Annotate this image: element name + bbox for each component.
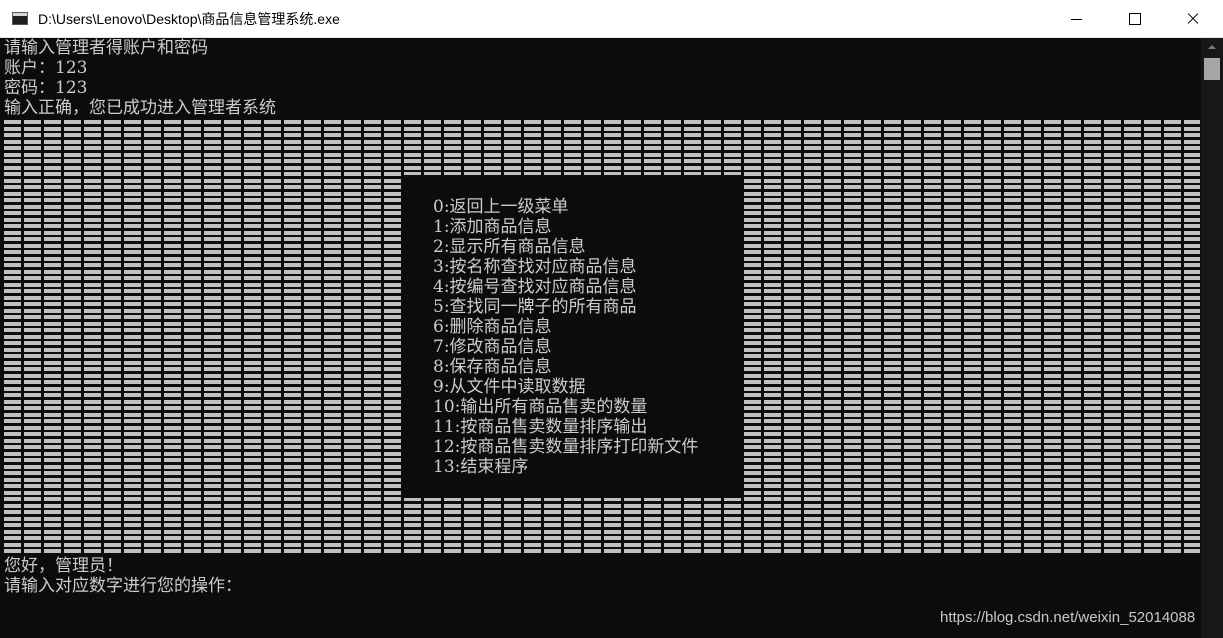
menu-item: 11:按商品售卖数量排序输出 [433, 417, 648, 437]
menu-item: 4:按编号查找对应商品信息 [433, 277, 637, 297]
console-app-icon[interactable] [12, 12, 28, 25]
minimize-button[interactable] [1048, 0, 1106, 38]
menu-item: 2:显示所有商品信息 [433, 237, 586, 257]
scrollbar-thumb[interactable] [1204, 58, 1220, 80]
menu-item: 12:按商品售卖数量排序打印新文件 [433, 437, 699, 457]
account-line: 账户：123 [4, 58, 88, 78]
menu-item: 1:添加商品信息 [433, 217, 552, 237]
login-prompt-line: 请输入管理者得账户和密码 [4, 38, 208, 58]
scroll-up-arrow-icon[interactable] [1201, 38, 1223, 56]
menu-item: 13:结束程序 [433, 457, 529, 477]
console-window: D:\Users\Lenovo\Desktop\商品信息管理系统.exe 请输入… [0, 0, 1223, 638]
maximize-button[interactable] [1106, 0, 1164, 38]
close-button[interactable] [1164, 0, 1222, 38]
menu-item: 6:删除商品信息 [433, 317, 552, 337]
success-line: 输入正确，您已成功进入管理者系统 [4, 98, 276, 118]
menu-item: 7:修改商品信息 [433, 337, 552, 357]
menu-item: 5:查找同一牌子的所有商品 [433, 297, 637, 317]
watermark: https://blog.csdn.net/weixin_52014088 [940, 609, 1196, 626]
console-output[interactable]: 请输入管理者得账户和密码 账户：123 密码：123 输入正确，您已成功进入管理… [0, 38, 1201, 638]
vertical-scrollbar[interactable] [1201, 38, 1223, 638]
menu-item: 9:从文件中读取数据 [433, 377, 586, 397]
menu-box: 0:返回上一级菜单 1:添加商品信息 2:显示所有商品信息 3:按名称查找对应商… [403, 175, 743, 498]
menu-item: 10:输出所有商品售卖的数量 [433, 397, 648, 417]
window-title: D:\Users\Lenovo\Desktop\商品信息管理系统.exe [38, 11, 340, 27]
password-line: 密码：123 [4, 78, 88, 98]
menu-item: 3:按名称查找对应商品信息 [433, 257, 637, 277]
menu-item: 8:保存商品信息 [433, 357, 552, 377]
title-bar[interactable]: D:\Users\Lenovo\Desktop\商品信息管理系统.exe [0, 0, 1223, 38]
operation-prompt-line: 请输入对应数字进行您的操作： [4, 576, 242, 596]
menu-item: 0:返回上一级菜单 [433, 197, 569, 217]
greeting-line: 您好，管理员！ [4, 556, 123, 576]
